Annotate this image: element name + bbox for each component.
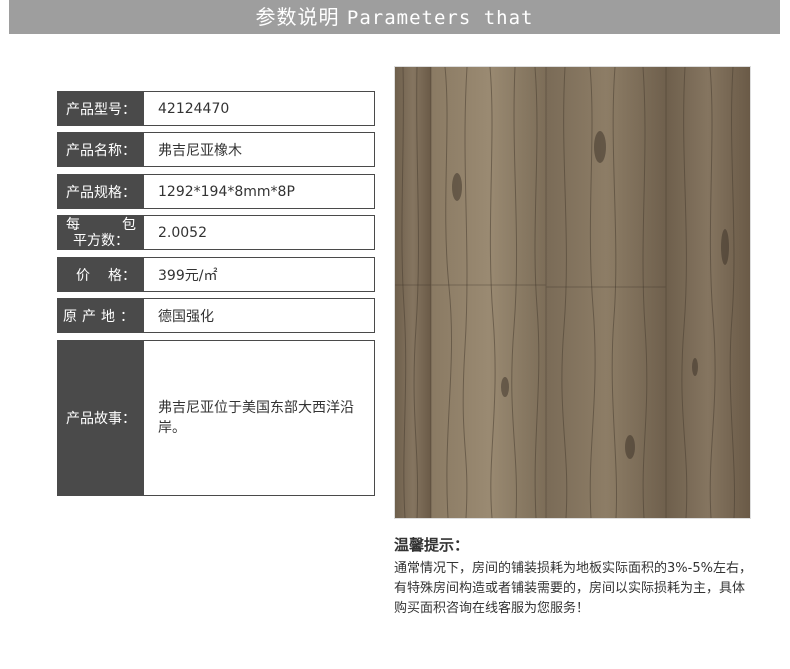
param-label-area-b: 包 xyxy=(122,216,136,233)
param-label-area-c: 平方数： xyxy=(73,232,129,249)
param-row-model: 产品型号： 42124470 xyxy=(57,91,375,126)
param-value-area-per-pack: 2.0052 xyxy=(158,224,207,241)
param-label-spec: 产品规格： xyxy=(58,175,144,208)
param-label-price: 价 格： xyxy=(58,258,144,291)
param-row-story: 产品故事： 弗吉尼亚位于美国东部大西洋沿岸。 xyxy=(57,340,375,496)
param-label-model: 产品型号： xyxy=(58,92,144,125)
param-value-origin: 德国强化 xyxy=(158,308,214,325)
param-label-price-b: 格： xyxy=(108,267,136,284)
tips-body: 通常情况下，房间的铺装损耗为地板实际面积的3%-5%左右，有特殊房间构造或者铺装… xyxy=(394,561,752,616)
param-value-spec: 1292*194*8mm*8P xyxy=(158,183,295,200)
param-row-name: 产品名称： 弗吉尼亚橡木 xyxy=(57,132,375,167)
param-value-name: 弗吉尼亚橡木 xyxy=(158,142,242,159)
param-row-origin: 原产地： 德国强化 xyxy=(57,298,375,333)
param-label-name: 产品名称： xyxy=(58,133,144,166)
param-label-origin: 原产地： xyxy=(58,299,144,332)
param-value-story: 弗吉尼亚位于美国东部大西洋沿岸。 xyxy=(158,400,354,436)
param-row-spec: 产品规格： 1292*194*8mm*8P xyxy=(57,174,375,209)
param-label-price-a: 价 xyxy=(76,267,108,284)
param-row-area-per-pack: 每 包 平方数： 2.0052 xyxy=(57,215,375,250)
param-value-model: 42124470 xyxy=(158,100,230,117)
param-value-price: 399元/㎡ xyxy=(158,267,218,284)
param-label-area-a: 每 xyxy=(66,216,80,233)
banner-title-cn: 参数说明 xyxy=(255,5,340,29)
banner-title-en: Parameters that xyxy=(346,7,534,29)
param-label-story: 产品故事： xyxy=(58,341,144,495)
tips-title: 温馨提示： xyxy=(394,536,470,554)
header-banner: 参数说明 Parameters that xyxy=(9,0,780,34)
param-row-price: 价 格： 399元/㎡ xyxy=(57,257,375,292)
param-label-area-per-pack: 每 包 平方数： xyxy=(58,216,144,249)
wood-floor-sample-image xyxy=(394,66,751,519)
tips-section: 温馨提示： 通常情况下，房间的铺装损耗为地板实际面积的3%-5%左右，有特殊房间… xyxy=(394,534,754,619)
